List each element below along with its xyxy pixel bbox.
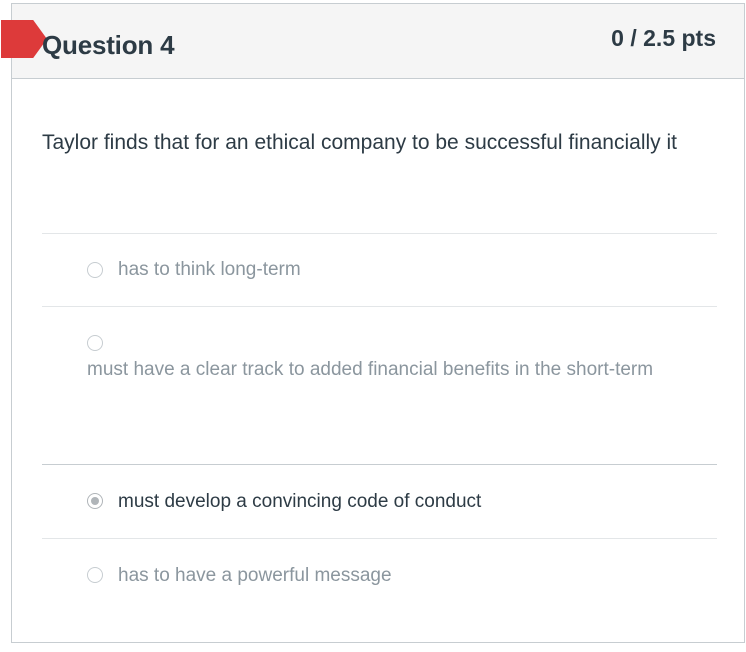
question-title: Question 4 [42,30,175,60]
answer-option-3[interactable]: must develop a convincing code of conduc… [118,487,481,517]
divider [42,306,717,307]
divider [42,464,717,465]
answer-option-1[interactable]: has to think long-term [118,255,301,285]
radio-button-icon[interactable] [87,567,103,583]
radio-button-icon[interactable] [87,262,103,278]
question-text: Taylor finds that for an ethical company… [42,131,677,154]
bookmark-flag-icon[interactable] [1,20,47,58]
question-points: 0 / 2.5 pts [611,25,716,51]
question-card: Question 4 0 / 2.5 pts Taylor finds that… [1,3,745,643]
radio-button-icon[interactable] [87,493,103,509]
answer-option-2[interactable]: must have a clear track to added financi… [87,355,677,385]
divider [42,538,717,539]
radio-button-icon[interactable] [87,335,103,351]
divider [42,233,717,234]
answer-option-4[interactable]: has to have a powerful message [118,561,392,591]
question-header: Question 4 0 / 2.5 pts [1,4,744,79]
